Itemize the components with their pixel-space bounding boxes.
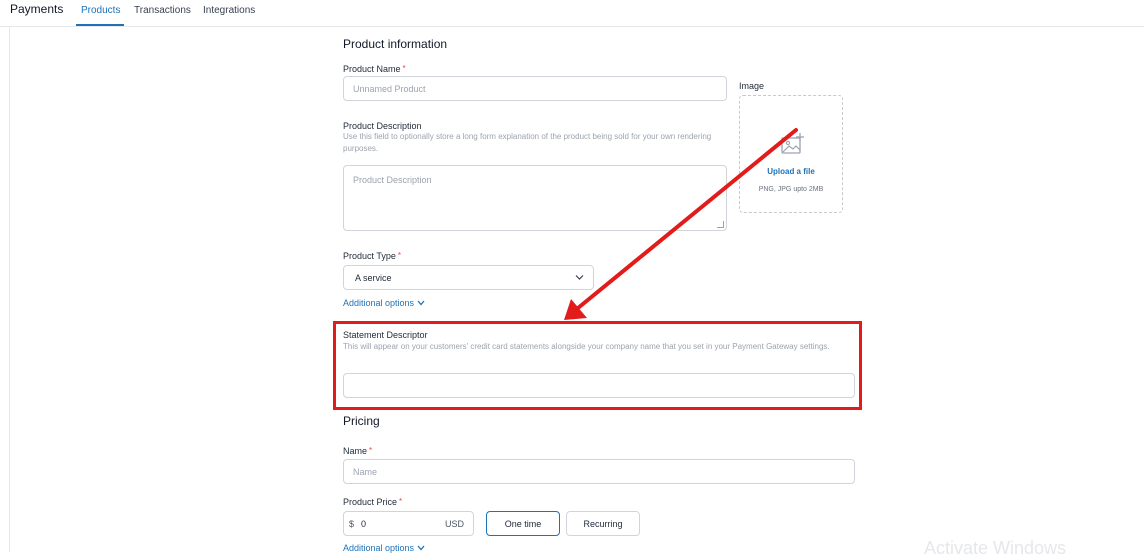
annotation-arrow (564, 128, 798, 320)
